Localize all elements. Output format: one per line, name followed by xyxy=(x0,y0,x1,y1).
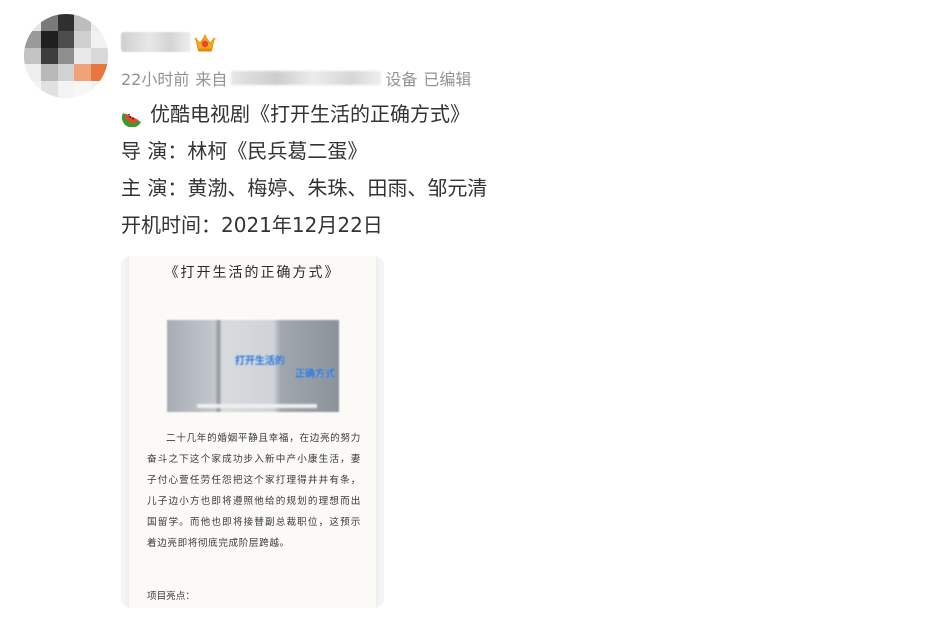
post-title-line: 优酷电视剧《打开生活的正确方式》 xyxy=(121,96,487,133)
avatar-pixel xyxy=(74,14,92,31)
avatar-pixel xyxy=(91,64,108,82)
source-suffix: 设备 xyxy=(385,70,418,89)
cover-shelf xyxy=(197,404,317,408)
avatar-pixel xyxy=(40,81,58,98)
avatar-pixel xyxy=(57,14,75,31)
post-cast: 主 演：黄渤、梅婷、朱珠、田雨、邹元清 xyxy=(121,176,488,200)
post-director: 导 演：林柯《民兵葛二蛋》 xyxy=(121,139,368,163)
document-title: 《打开生活的正确方式》 xyxy=(164,265,341,281)
source-device-blurred[interactable] xyxy=(231,71,382,85)
avatar-pixel xyxy=(24,30,41,48)
avatar-pixel xyxy=(40,47,58,65)
avatar-pixel xyxy=(24,64,41,82)
post-time[interactable]: 22小时前 xyxy=(121,66,189,90)
watermelon-icon xyxy=(121,112,141,127)
author-name-blurred[interactable] xyxy=(121,32,191,52)
avatar-pixel xyxy=(57,47,75,65)
avatar-pixel xyxy=(57,30,75,48)
avatar-pixel xyxy=(91,81,108,98)
avatar-pixel xyxy=(40,30,58,48)
cover-title-line1: 打开生活的 xyxy=(235,356,285,367)
document-page: 《打开生活的正确方式》 打开生活的 正确方式 二十几年的婚姻平静且幸福，在边亮的… xyxy=(129,256,376,608)
vip-crown-icon xyxy=(194,34,216,52)
avatar-pixel xyxy=(74,47,92,65)
author-avatar[interactable] xyxy=(24,14,108,98)
avatar-pixel xyxy=(57,81,75,98)
avatar-pixel xyxy=(40,14,58,31)
avatar-pixel xyxy=(57,64,75,82)
avatar-pixel xyxy=(24,81,41,98)
avatar-pixel xyxy=(74,81,92,98)
post-content: 优酷电视剧《打开生活的正确方式》 导 演：林柯《民兵葛二蛋》 主 演：黄渤、梅婷… xyxy=(121,96,487,244)
cover-image: 打开生活的 正确方式 xyxy=(167,320,339,412)
avatar-pixel xyxy=(91,14,108,31)
avatar-pixel xyxy=(74,30,92,48)
avatar-pixel xyxy=(40,64,58,82)
post-start-date: 开机时间：2021年12月22日 xyxy=(121,213,383,237)
avatar-pixel xyxy=(91,47,108,65)
avatar-pixel xyxy=(74,64,92,82)
avatar-pixel xyxy=(24,14,41,31)
document-section-heading: 项目亮点： xyxy=(147,591,195,602)
avatar-pixel xyxy=(91,30,108,48)
post-title: 优酷电视剧《打开生活的正确方式》 xyxy=(150,102,470,126)
post-image[interactable]: 《打开生活的正确方式》 打开生活的 正确方式 二十几年的婚姻平静且幸福，在边亮的… xyxy=(121,256,384,608)
cover-title-line2: 正确方式 xyxy=(295,369,335,380)
avatar-pixel xyxy=(24,47,41,65)
source-prefix: 来自 xyxy=(195,70,228,89)
document-paragraph: 二十几年的婚姻平静且幸福，在边亮的努力奋斗之下这个家成功步入新中产小康生活，妻子… xyxy=(147,433,361,549)
post-meta: 22小时前 来自 设备 已编辑 xyxy=(121,66,471,90)
edited-label[interactable]: 已编辑 xyxy=(423,66,471,90)
